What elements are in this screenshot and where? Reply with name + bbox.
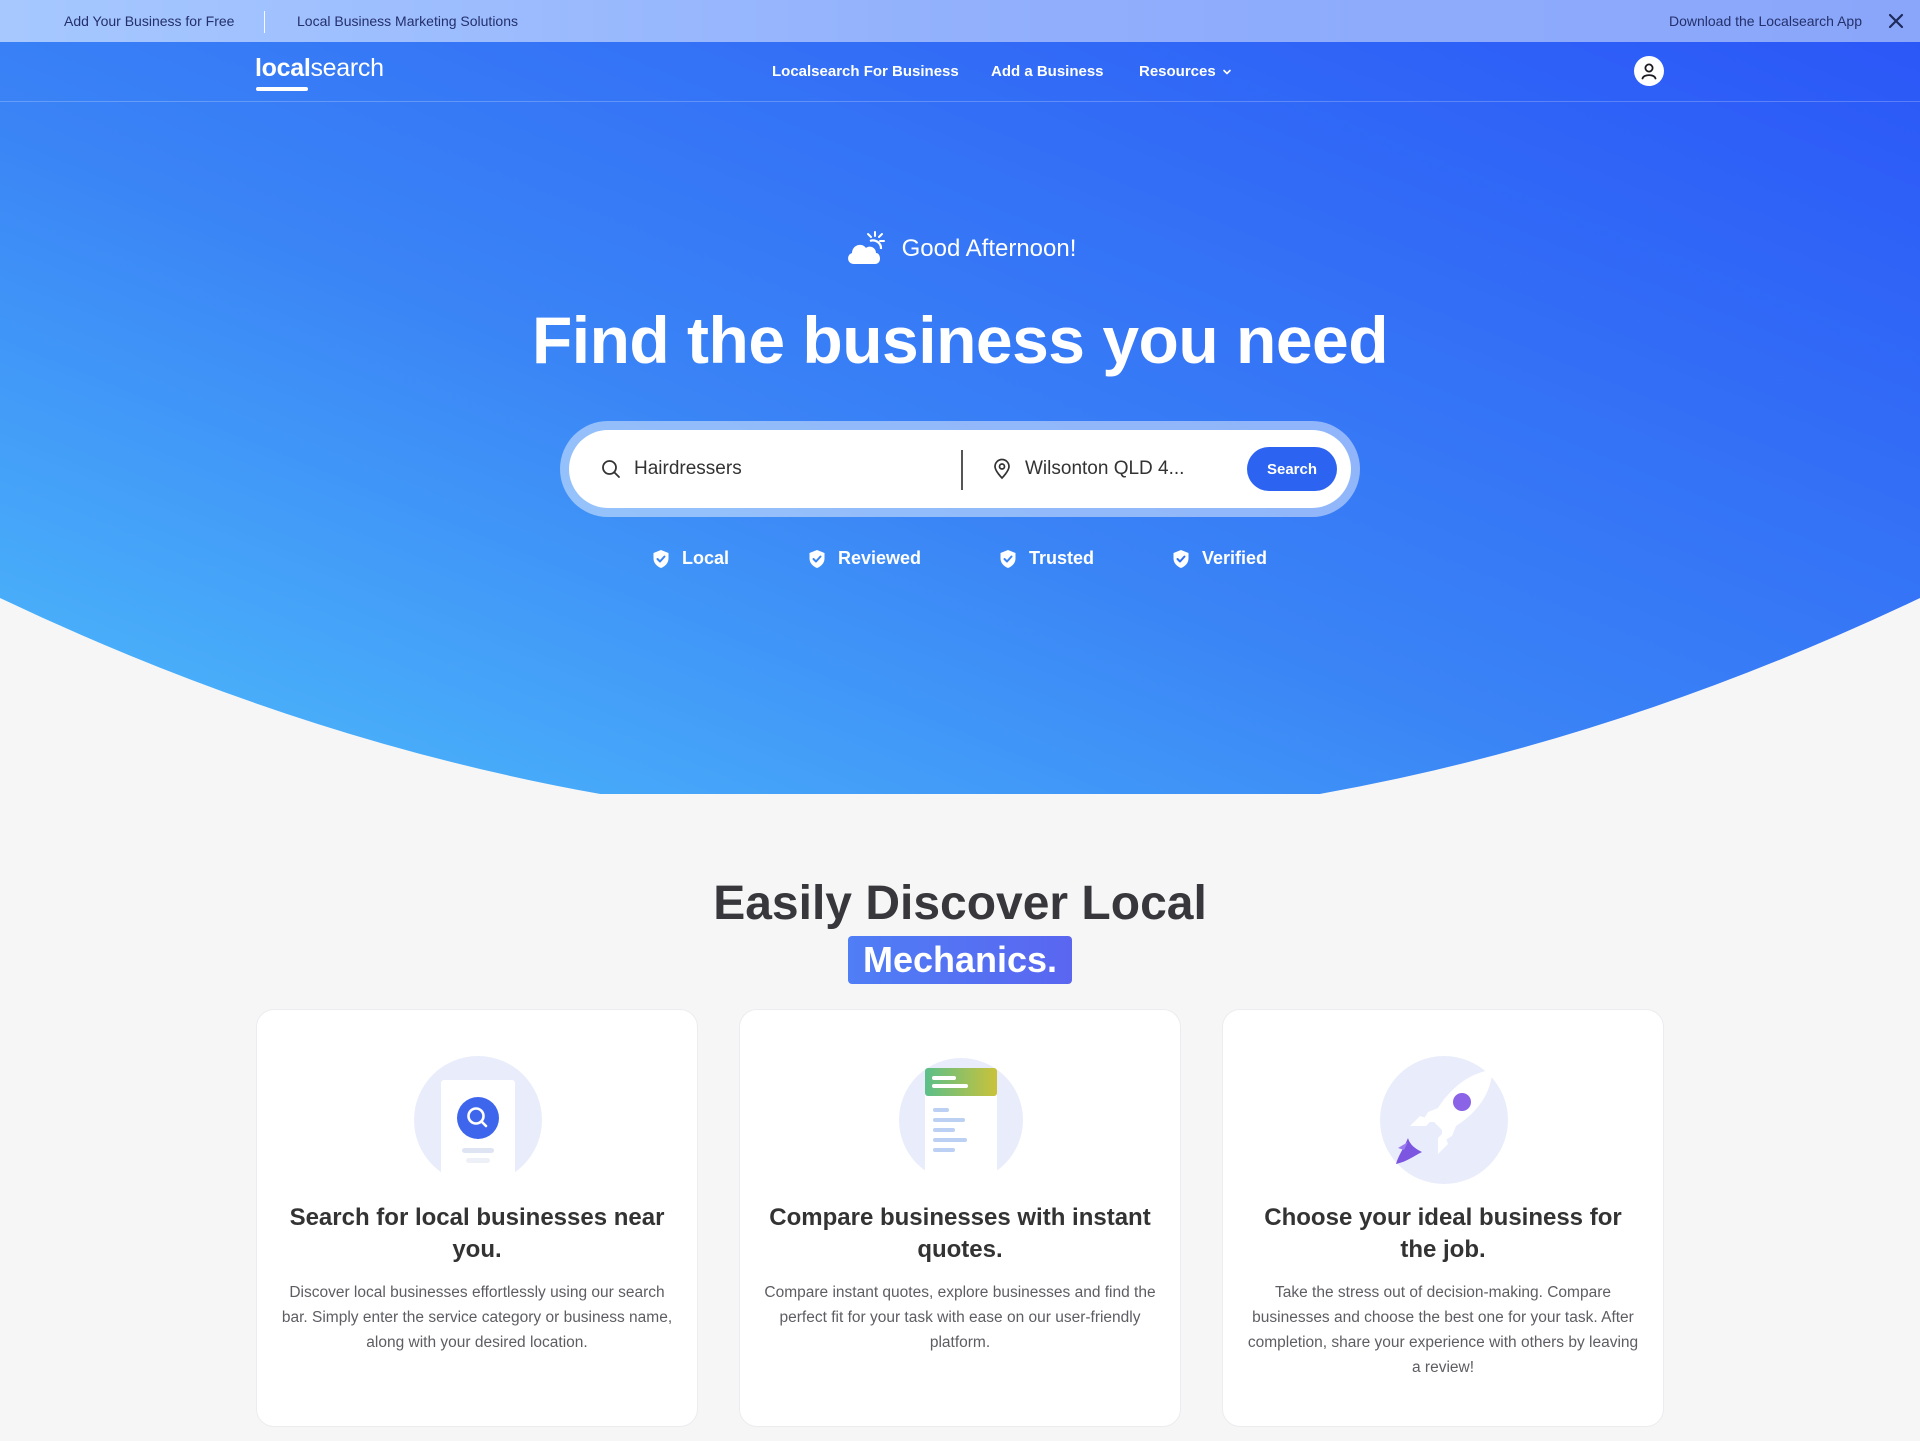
- card-title: Search for local businesses near you.: [289, 1204, 665, 1263]
- trust-badges: Local Reviewed Trusted Verified: [0, 548, 1920, 572]
- shield-check-icon: [653, 549, 669, 568]
- search-box: Hairdressers Wilsonton QLD 4... Search: [569, 430, 1351, 508]
- location-pin-icon: [994, 458, 1010, 480]
- badge-verified-label: Verified: [1202, 548, 1268, 568]
- greeting: Good Afternoon!: [0, 230, 1920, 268]
- localsearch-logo[interactable]: localsearch: [255, 54, 384, 91]
- user-icon[interactable]: [1634, 56, 1664, 86]
- badge-reviewed-label: Reviewed: [838, 548, 922, 568]
- chevron-down-icon: [1222, 69, 1231, 75]
- badge-reviewed: Reviewed: [808, 548, 921, 569]
- shield-check-icon: [1173, 549, 1189, 568]
- hero-title: Find the business you need: [531, 303, 1389, 377]
- badge-local: Local: [652, 548, 729, 569]
- card-text: Discover local businesses effortlessly u…: [281, 1284, 673, 1351]
- search-location-value: Wilsonton QLD 4...: [1025, 458, 1185, 479]
- main-nav: localsearch Localsearch For Business Add…: [0, 42, 1920, 102]
- hero-section: [0, 42, 1920, 794]
- cloud-sun-icon: [847, 231, 885, 264]
- logo-bold-text: local: [255, 54, 311, 82]
- logo-underline: [256, 87, 308, 91]
- add-business-free-link[interactable]: Add Your Business for Free: [64, 0, 234, 42]
- card-text: Compare instant quotes, explore business…: [764, 1284, 1156, 1351]
- discover-title: Easily Discover Local: [713, 877, 1207, 930]
- search-query-value: Hairdressers: [634, 458, 742, 479]
- badge-local-label: Local: [682, 548, 730, 568]
- promo-divider: [264, 11, 265, 33]
- feature-card-search: Search for local businesses near you. Di…: [256, 1009, 698, 1427]
- search-document-icon: [414, 1056, 542, 1184]
- search-query-field[interactable]: Hairdressers: [600, 430, 940, 508]
- nav-resources[interactable]: Resources: [1139, 63, 1232, 80]
- search-icon: [602, 460, 620, 478]
- search-button[interactable]: Search: [1247, 447, 1337, 491]
- badge-verified: Verified: [1172, 548, 1267, 569]
- badge-trusted-label: Trusted: [1029, 548, 1095, 568]
- badge-trusted: Trusted: [999, 548, 1094, 569]
- nav-localsearch-for-business[interactable]: Localsearch For Business: [772, 63, 959, 80]
- feature-card-choose: Choose your ideal business for the job. …: [1222, 1009, 1664, 1427]
- nav-add-business[interactable]: Add a Business: [991, 63, 1104, 80]
- greeting-text: Good Afternoon!: [901, 235, 1077, 262]
- download-app-link[interactable]: Download the Localsearch App: [1669, 0, 1862, 42]
- quote-list-icon: [899, 1058, 1023, 1184]
- card-text: Take the stress out of decision-making. …: [1247, 1284, 1639, 1376]
- discover-highlight: Mechanics.: [848, 936, 1072, 984]
- search-divider: [961, 450, 963, 490]
- shield-check-icon: [1000, 549, 1016, 568]
- shield-check-icon: [809, 549, 825, 568]
- promo-bar: Add Your Business for Free Local Busines…: [0, 0, 1920, 42]
- hero-background: [0, 42, 1920, 794]
- search-location-field[interactable]: Wilsonton QLD 4...: [991, 430, 1231, 508]
- marketing-solutions-link[interactable]: Local Business Marketing Solutions: [297, 0, 518, 42]
- search-bar: Hairdressers Wilsonton QLD 4... Search: [560, 421, 1360, 517]
- feature-card-compare: Compare businesses with instant quotes. …: [739, 1009, 1181, 1427]
- logo-light-text: search: [310, 54, 384, 82]
- close-icon[interactable]: [1884, 9, 1908, 33]
- nav-resources-label: Resources: [1139, 63, 1216, 80]
- rocket-icon: [1380, 1056, 1508, 1184]
- card-title: Choose your ideal business for the job.: [1264, 1204, 1622, 1263]
- card-title: Compare businesses with instant quotes.: [769, 1204, 1151, 1263]
